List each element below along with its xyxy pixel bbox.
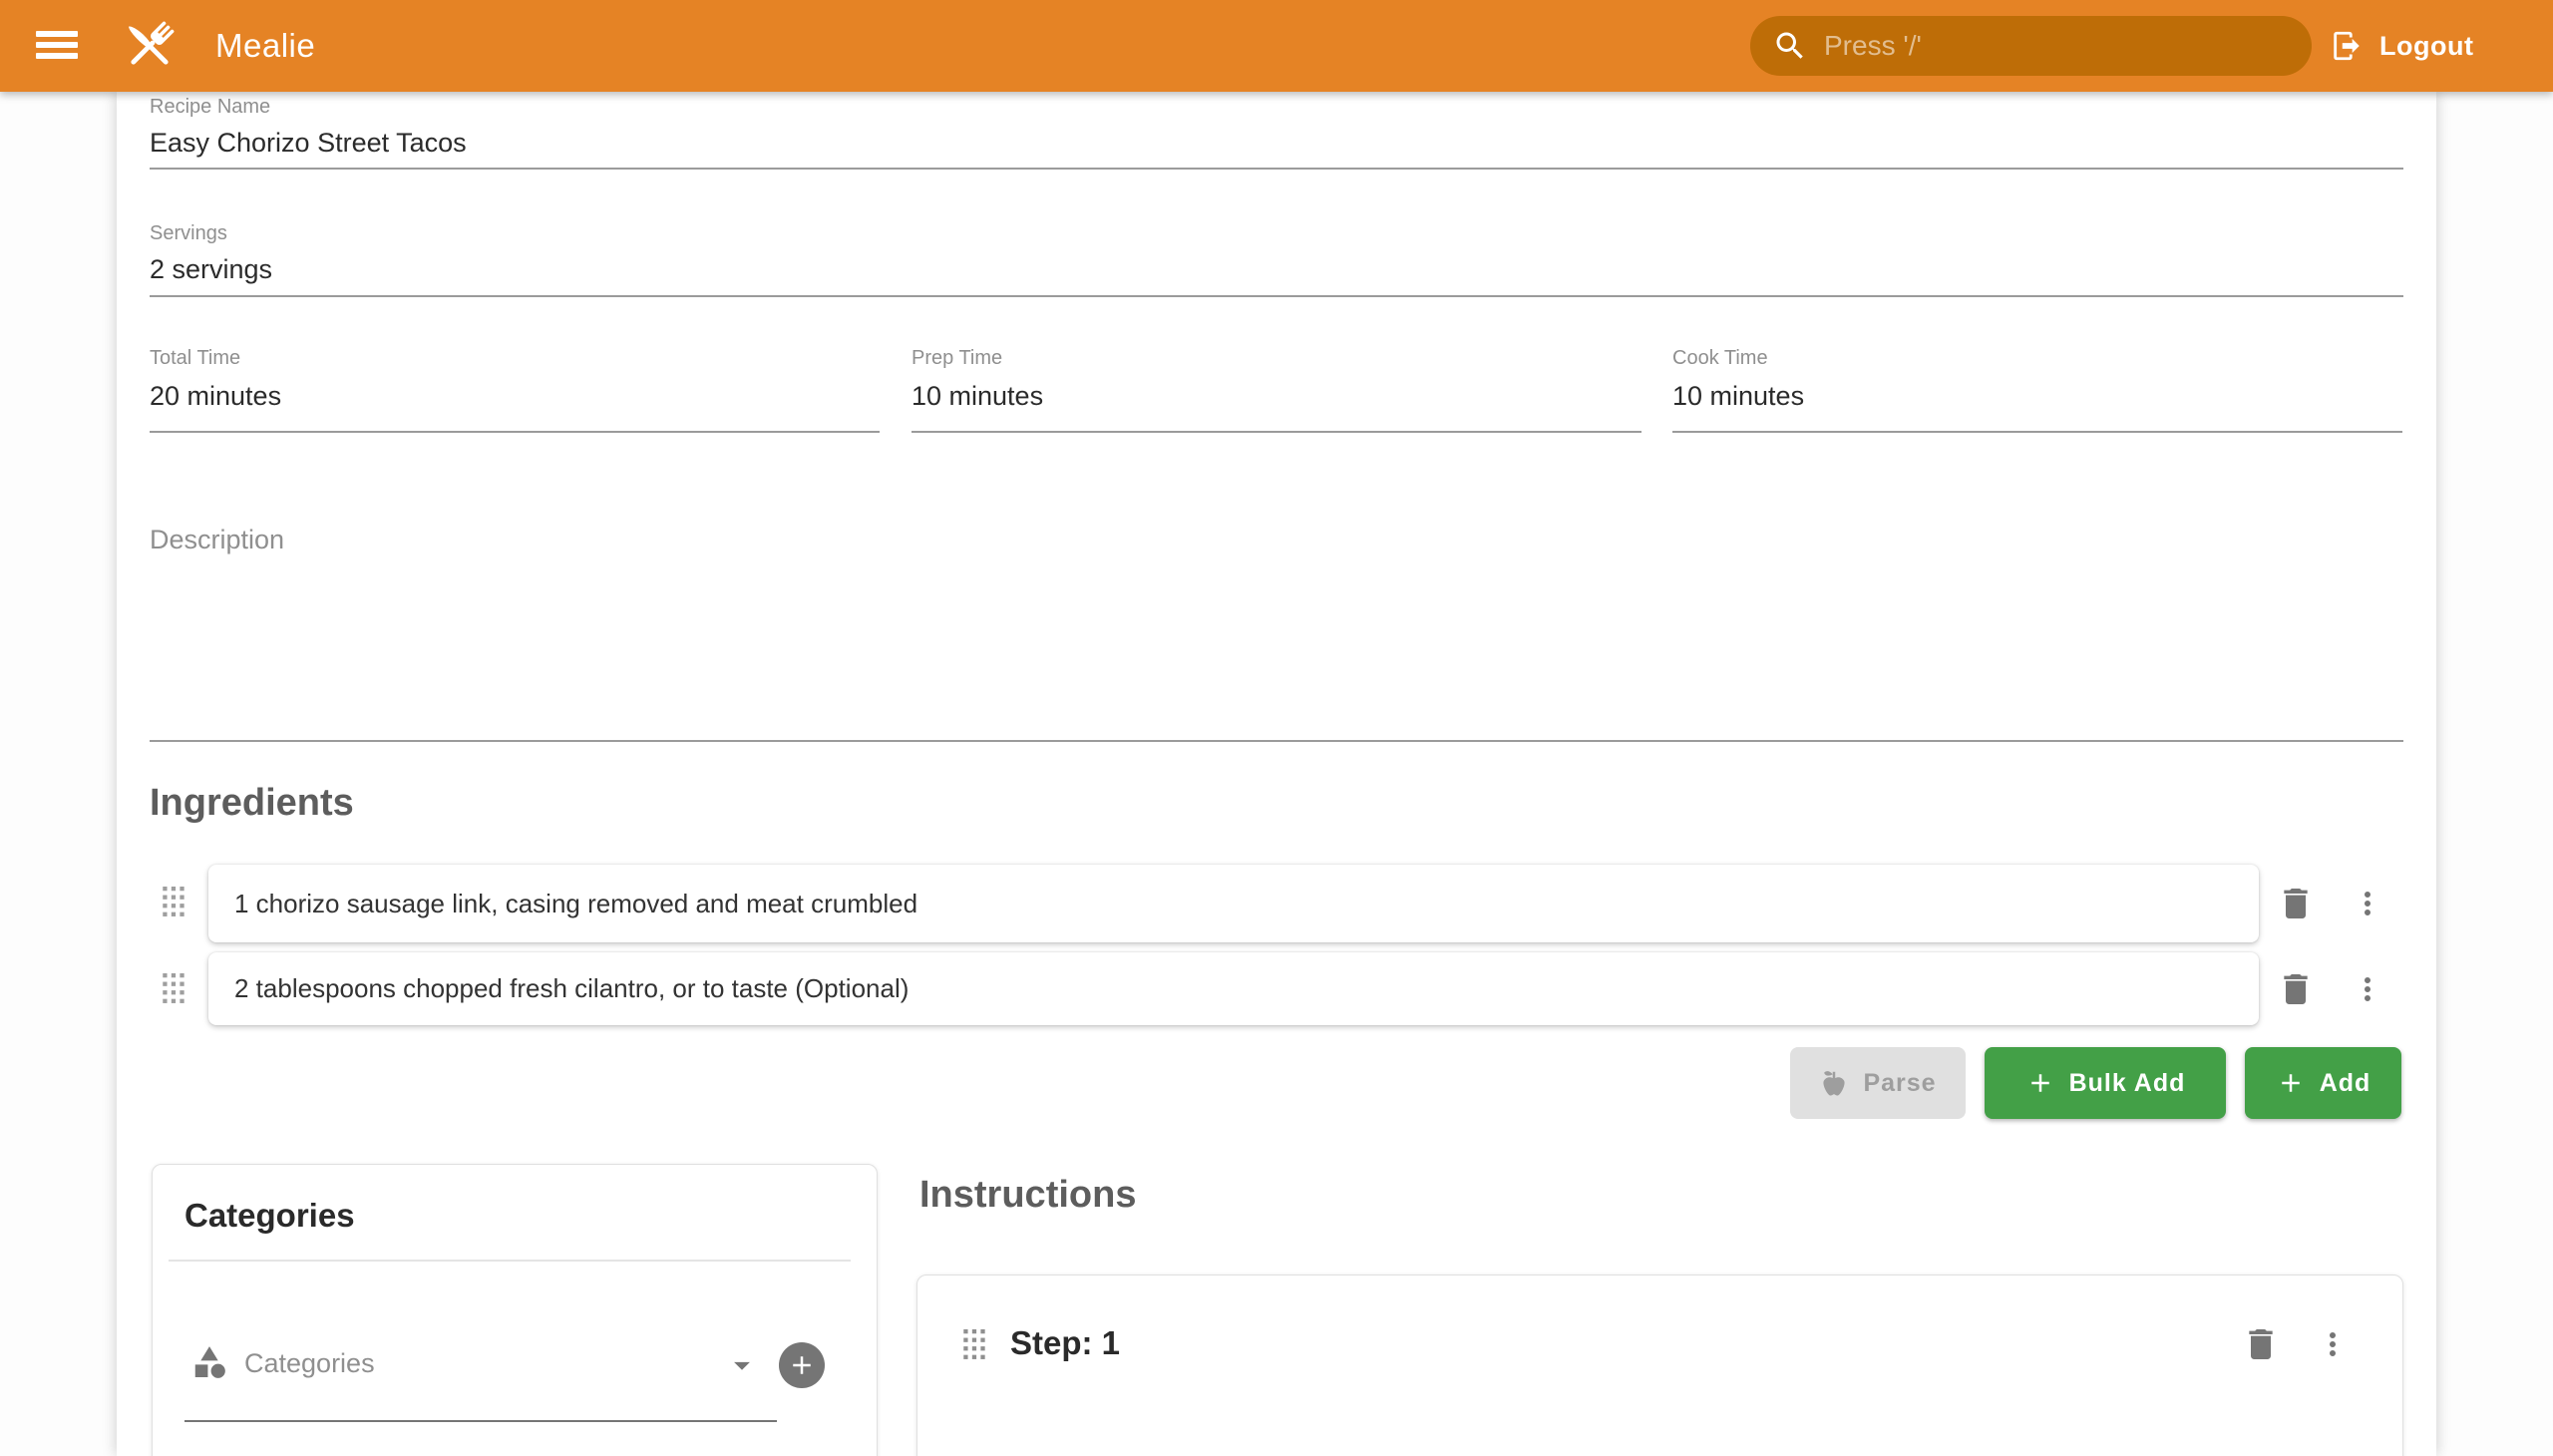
- ingredient-input[interactable]: 1 chorizo sausage link, casing removed a…: [208, 865, 2259, 942]
- prep-time-underline: [912, 431, 1641, 433]
- hamburger-menu-button[interactable]: [36, 31, 78, 61]
- ingredients-heading: Ingredients: [150, 782, 354, 825]
- mealie-logo-icon[interactable]: [118, 14, 182, 83]
- create-category-button[interactable]: [779, 1342, 825, 1388]
- add-button[interactable]: Add: [2245, 1047, 2401, 1119]
- plus-icon: [2025, 1068, 2055, 1098]
- ingredient-menu-button[interactable]: [2350, 886, 2385, 921]
- app-title: Mealie: [215, 27, 315, 65]
- search-bar[interactable]: [1750, 16, 2312, 76]
- logout-button[interactable]: Logout: [2330, 18, 2473, 74]
- ingredient-drag-handle[interactable]: [163, 973, 185, 1004]
- search-icon: [1772, 28, 1808, 64]
- kebab-menu-icon: [2315, 1326, 2351, 1362]
- ingredient-delete-button[interactable]: [2276, 969, 2316, 1009]
- ingredient-delete-button[interactable]: [2276, 884, 2316, 923]
- instructions-heading: Instructions: [919, 1174, 1136, 1217]
- categories-select[interactable]: Categories: [244, 1348, 375, 1379]
- cook-time-field[interactable]: 10 minutes: [1672, 381, 1804, 412]
- recipe-name-underline: [150, 168, 2403, 170]
- cook-time-label: Cook Time: [1672, 347, 1768, 370]
- kebab-menu-icon: [2350, 971, 2385, 1007]
- cook-time-underline: [1672, 431, 2402, 433]
- total-time-underline: [150, 431, 880, 433]
- prep-time-label: Prep Time: [912, 347, 1002, 370]
- step-menu-button[interactable]: [2315, 1326, 2351, 1362]
- parse-button[interactable]: Parse: [1790, 1047, 1966, 1119]
- description-underline: [150, 740, 2403, 742]
- drag-grid-icon: [163, 973, 185, 1004]
- instruction-step-card: Step: 1 Combine crumbled chorizo and chi…: [916, 1274, 2403, 1456]
- app-header: Mealie Logout: [0, 0, 2553, 92]
- apple-icon: [1819, 1068, 1849, 1098]
- ingredient-menu-button[interactable]: [2350, 971, 2385, 1007]
- recipe-name-label: Recipe Name: [150, 96, 270, 119]
- ingredient-drag-handle[interactable]: [163, 887, 185, 917]
- trash-icon: [2276, 884, 2316, 923]
- bulk-add-button[interactable]: Bulk Add: [1985, 1047, 2226, 1119]
- servings-underline: [150, 295, 2403, 297]
- drag-grid-icon: [963, 1329, 986, 1360]
- plus-icon: [787, 1350, 817, 1380]
- bulk-add-button-label: Bulk Add: [2069, 1069, 2186, 1098]
- categories-divider: [169, 1260, 851, 1262]
- categories-select-underline: [184, 1420, 777, 1422]
- logout-icon: [2330, 29, 2364, 63]
- servings-label: Servings: [150, 222, 227, 245]
- trash-icon: [2241, 1324, 2281, 1364]
- drag-grid-icon: [163, 887, 185, 917]
- ingredient-input[interactable]: 2 tablespoons chopped fresh cilantro, or…: [208, 952, 2259, 1025]
- search-input[interactable]: [1822, 29, 2265, 63]
- categories-card-title: Categories: [184, 1197, 355, 1235]
- chevron-down-icon[interactable]: [723, 1346, 761, 1384]
- ingredient-text: 2 tablespoons chopped fresh cilantro, or…: [234, 973, 909, 1004]
- categories-card: Categories Categories: [152, 1164, 878, 1456]
- servings-field[interactable]: 2 servings: [150, 254, 272, 285]
- recipe-name-field[interactable]: Easy Chorizo Street Tacos: [150, 128, 467, 159]
- hamburger-menu-icon: [36, 31, 78, 59]
- description-field[interactable]: Description: [150, 525, 284, 555]
- step-title: Step: 1: [1010, 1324, 1120, 1362]
- mealie-recipe-editor-page: Mealie Logout Recipe Name Easy Chorizo S…: [0, 0, 2553, 1456]
- total-time-field[interactable]: 20 minutes: [150, 381, 281, 412]
- add-button-label: Add: [2320, 1069, 2371, 1098]
- total-time-label: Total Time: [150, 347, 240, 370]
- parse-button-label: Parse: [1863, 1069, 1936, 1098]
- shapes-icon: [190, 1343, 228, 1381]
- kebab-menu-icon: [2350, 886, 2385, 921]
- prep-time-field[interactable]: 10 minutes: [912, 381, 1043, 412]
- recipe-editor-card: Recipe Name Easy Chorizo Street Tacos Se…: [117, 92, 2436, 1456]
- logout-label: Logout: [2379, 31, 2473, 62]
- ingredient-text: 1 chorizo sausage link, casing removed a…: [234, 889, 917, 919]
- step-delete-button[interactable]: [2241, 1324, 2281, 1364]
- trash-icon: [2276, 969, 2316, 1009]
- plus-icon: [2276, 1068, 2306, 1098]
- step-drag-handle[interactable]: [963, 1329, 986, 1360]
